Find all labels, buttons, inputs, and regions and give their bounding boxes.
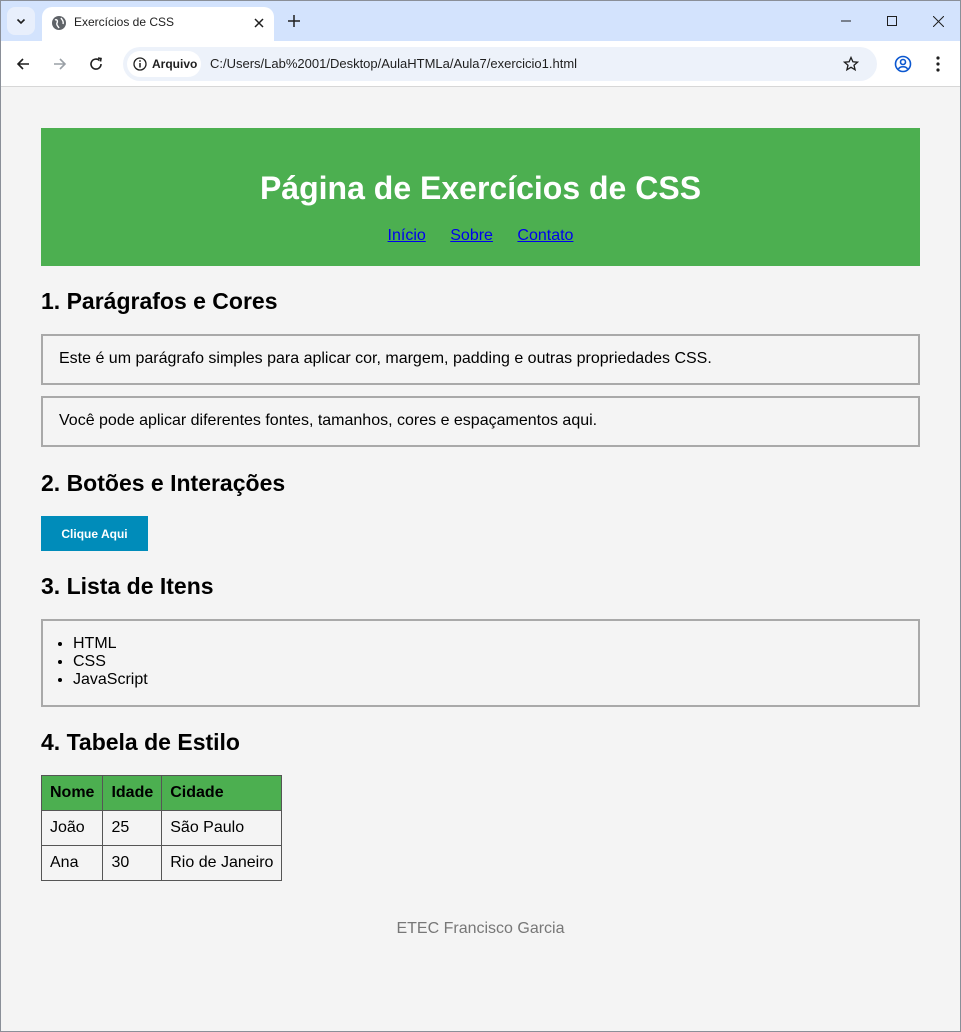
table-cell: 30 bbox=[102, 845, 163, 881]
table-row: Ana 30 Rio de Janeiro bbox=[40, 845, 283, 881]
arrow-right-icon bbox=[54, 58, 67, 70]
table-cell: 25 bbox=[102, 810, 163, 846]
style-table: Nome Idade Cidade João 25 São Paulo Ana … bbox=[40, 775, 283, 881]
close-window-button[interactable] bbox=[923, 9, 953, 33]
column-header: Nome bbox=[40, 775, 104, 811]
page-footer: ETEC Francisco Garcia bbox=[396, 920, 565, 937]
close-icon bbox=[932, 15, 944, 27]
item-list: HTML CSS JavaScript bbox=[43, 635, 148, 689]
tab-title: Exercícios de CSS bbox=[74, 15, 175, 29]
new-tab-button[interactable] bbox=[284, 11, 304, 31]
table-cell: João bbox=[40, 810, 104, 846]
page-title: Página de Exercícios de CSS bbox=[259, 170, 702, 206]
section-heading-paragraphs: 1. Parágrafos e Cores bbox=[41, 288, 278, 314]
browser-window: Exercícios de CSS Arquivo C:/Users/Lab%2… bbox=[0, 0, 961, 1032]
menu-button[interactable] bbox=[926, 52, 950, 76]
nav-link-inicio[interactable]: Início bbox=[388, 227, 426, 244]
table-cell: Ana bbox=[40, 845, 104, 881]
paragraph-box-1: Este é um parágrafo simples para aplicar… bbox=[41, 334, 920, 385]
paragraph-box-2: Você pode aplicar diferentes fontes, tam… bbox=[41, 396, 920, 447]
list-item: JavaScript bbox=[73, 671, 148, 689]
browser-toolbar: Arquivo C:/Users/Lab%2001/Desktop/AulaHT… bbox=[1, 41, 960, 87]
minimize-icon bbox=[841, 20, 851, 22]
more-vert-icon bbox=[936, 56, 940, 72]
reload-icon bbox=[90, 57, 102, 70]
chevron-down-icon bbox=[16, 18, 26, 25]
table-header-row: Nome Idade Cidade bbox=[40, 775, 283, 811]
tab-strip: Exercícios de CSS bbox=[1, 1, 960, 41]
table-row: João 25 São Paulo bbox=[40, 810, 283, 846]
section-heading-list: 3. Lista de Itens bbox=[41, 573, 214, 599]
paragraph-2: Você pode aplicar diferentes fontes, tam… bbox=[59, 412, 598, 429]
plus-icon bbox=[288, 15, 300, 27]
profile-icon bbox=[894, 55, 912, 73]
site-info-chip[interactable]: Arquivo bbox=[127, 51, 201, 77]
nav-link-sobre[interactable]: Sobre bbox=[450, 227, 493, 244]
list-item: HTML bbox=[73, 635, 148, 653]
close-icon bbox=[254, 18, 264, 28]
table-cell: São Paulo bbox=[161, 810, 283, 846]
profile-button[interactable] bbox=[891, 52, 915, 76]
paragraph-1: Este é um parágrafo simples para aplicar… bbox=[59, 350, 712, 367]
header-nav: Início Sobre Contato bbox=[41, 227, 920, 245]
list-box: HTML CSS JavaScript bbox=[41, 619, 920, 707]
page-header: Página de Exercícios de CSS Início Sobre… bbox=[41, 128, 920, 266]
bookmark-button[interactable] bbox=[841, 54, 861, 74]
address-bar[interactable]: Arquivo C:/Users/Lab%2001/Desktop/AulaHT… bbox=[123, 47, 877, 81]
section-heading-buttons: 2. Botões e Interações bbox=[41, 470, 286, 496]
page-content: Página de Exercícios de CSS Início Sobre… bbox=[1, 88, 960, 1031]
url-text[interactable]: C:/Users/Lab%2001/Desktop/AulaHTMLa/Aula… bbox=[210, 56, 577, 71]
back-button[interactable] bbox=[11, 52, 35, 76]
column-header: Idade bbox=[102, 775, 163, 811]
click-here-button[interactable]: Clique Aqui bbox=[41, 516, 148, 551]
site-info-label: Arquivo bbox=[152, 57, 198, 71]
list-item: CSS bbox=[73, 653, 148, 671]
arrow-left-icon bbox=[16, 58, 29, 70]
nav-link-contato[interactable]: Contato bbox=[517, 227, 573, 244]
info-icon bbox=[133, 57, 147, 71]
column-header: Cidade bbox=[161, 775, 283, 811]
globe-icon bbox=[52, 16, 66, 30]
maximize-button[interactable] bbox=[877, 9, 907, 33]
tab-active[interactable]: Exercícios de CSS bbox=[42, 7, 274, 41]
tab-search-button[interactable] bbox=[7, 7, 35, 35]
star-icon bbox=[843, 56, 859, 72]
reload-button[interactable] bbox=[84, 52, 108, 76]
forward-button[interactable] bbox=[48, 52, 72, 76]
maximize-icon bbox=[887, 16, 897, 26]
tab-close-button[interactable] bbox=[250, 14, 268, 32]
minimize-button[interactable] bbox=[831, 9, 861, 33]
section-heading-table: 4. Tabela de Estilo bbox=[41, 729, 240, 755]
table-cell: Rio de Janeiro bbox=[161, 845, 283, 881]
